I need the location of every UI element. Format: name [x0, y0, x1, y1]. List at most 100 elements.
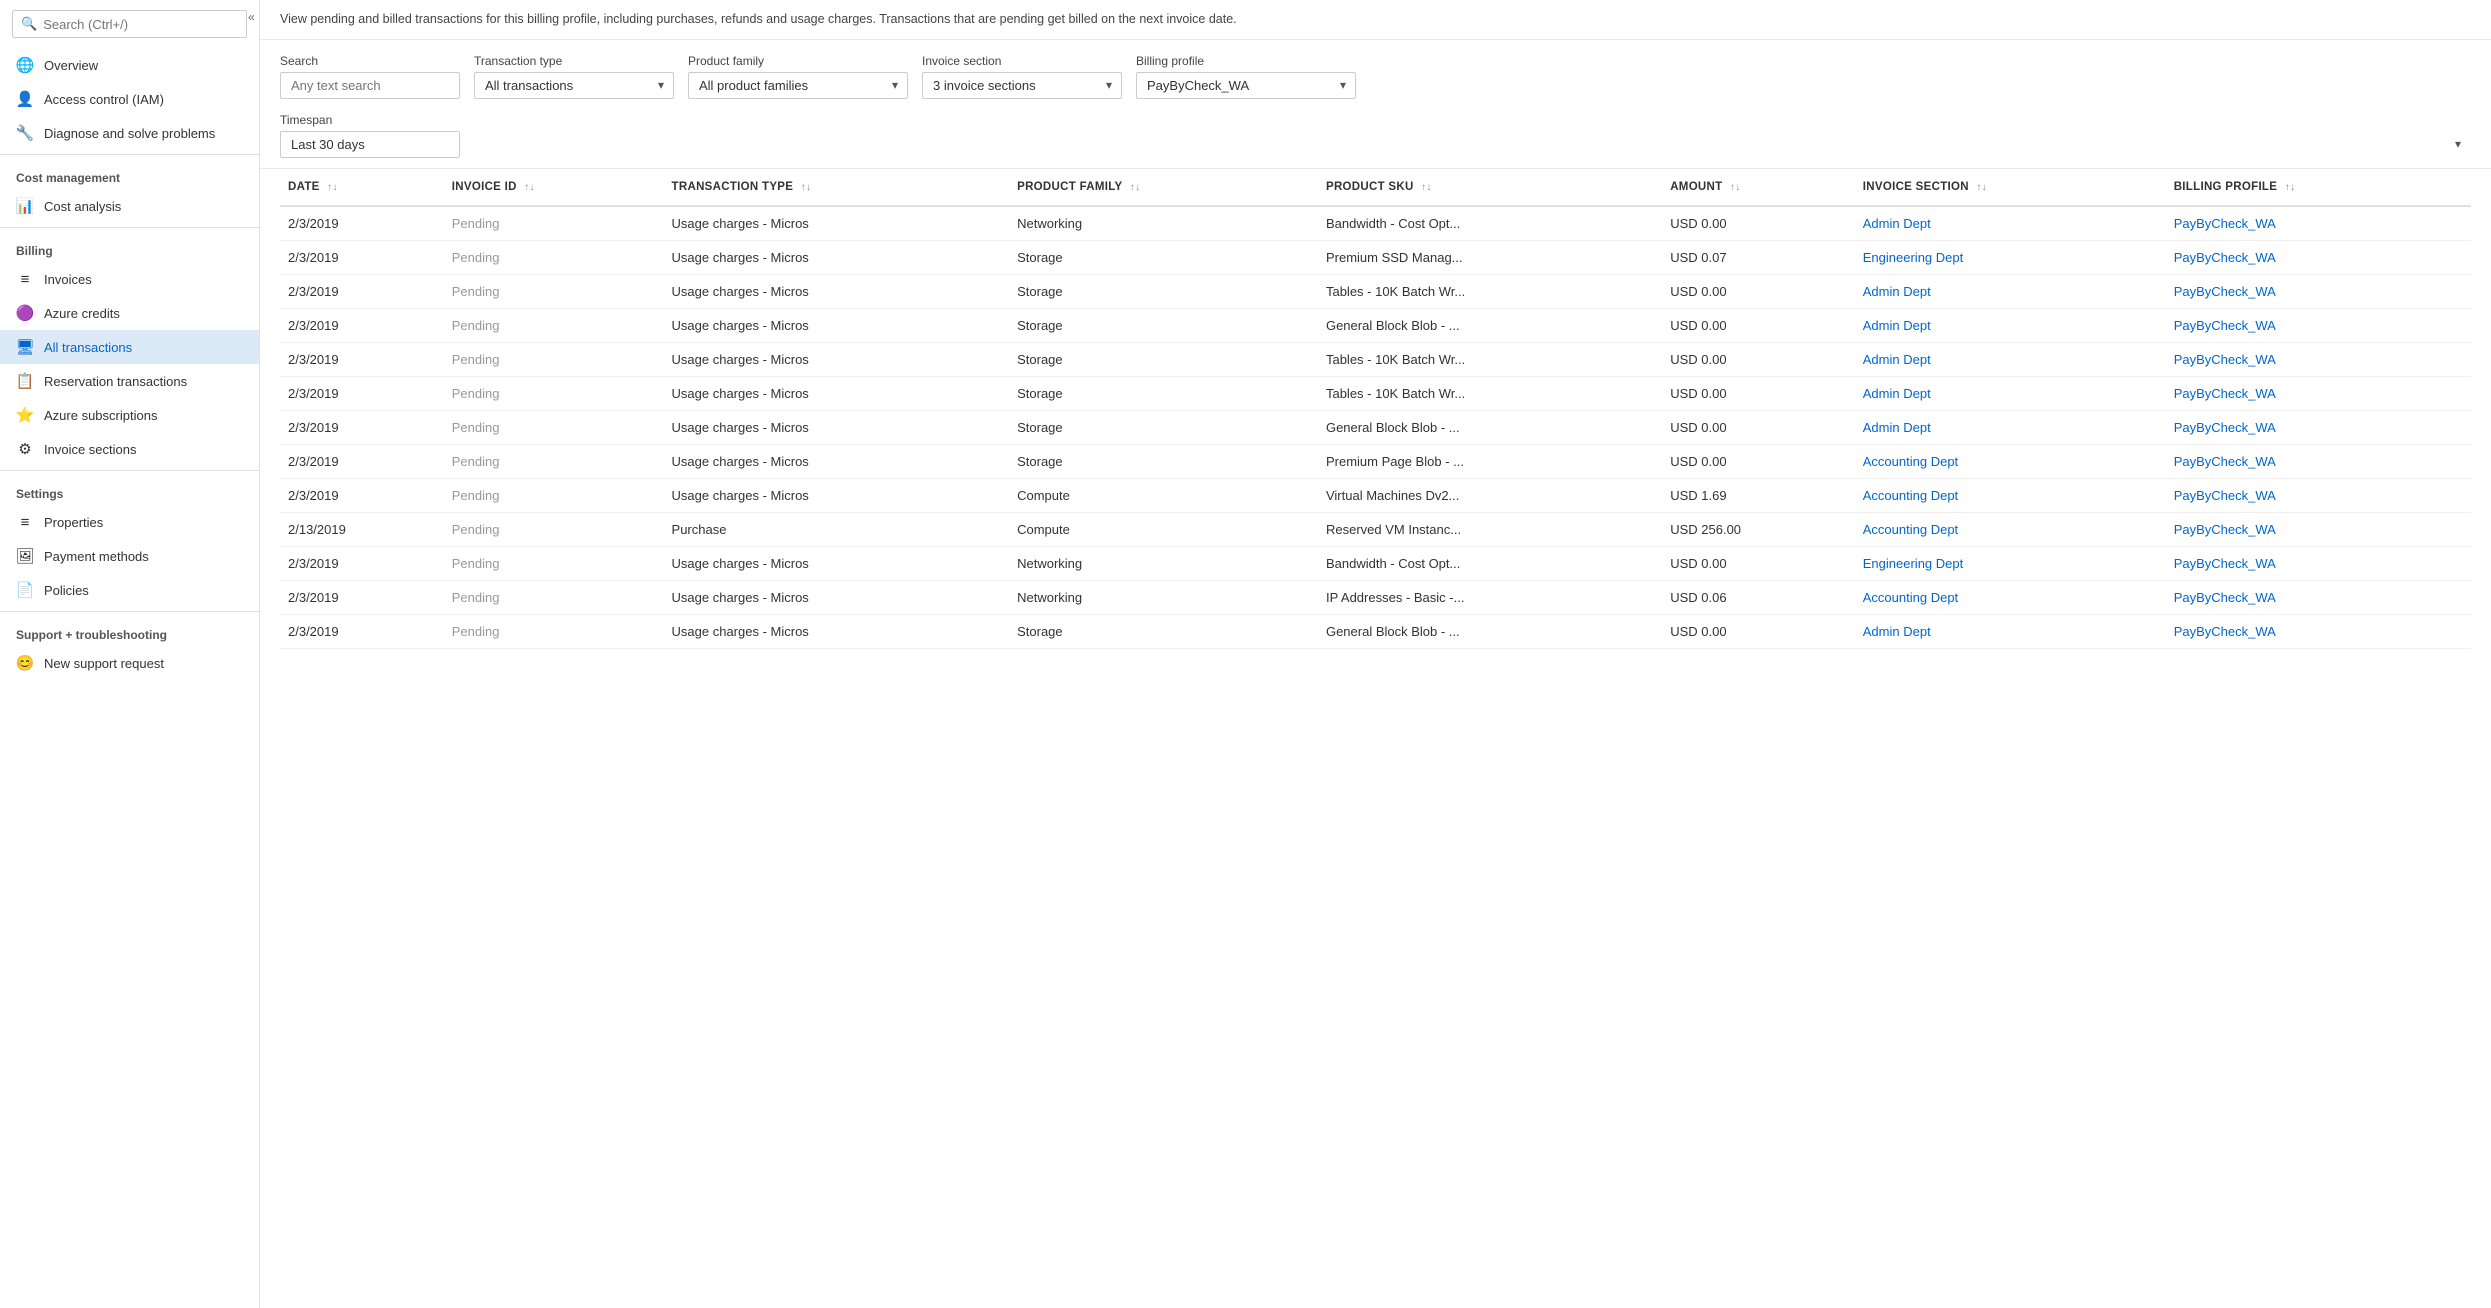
cell-billing-profile[interactable]: PayByCheck_WA [2166, 444, 2471, 478]
sidebar-item-payment-methods[interactable]: 🖼 Payment methods [0, 539, 259, 573]
table-row: 2/3/2019 Pending Usage charges - Micros … [280, 580, 2471, 614]
cell-billing-profile[interactable]: PayByCheck_WA [2166, 580, 2471, 614]
invoice-sections-icon: ⚙ [16, 440, 34, 458]
table-body: 2/3/2019 Pending Usage charges - Micros … [280, 206, 2471, 649]
cell-product-sku: General Block Blob - ... [1318, 614, 1662, 648]
search-input[interactable] [43, 17, 238, 32]
col-transaction-type[interactable]: TRANSACTION TYPE ↑↓ [664, 169, 1010, 206]
cell-invoice-id: Pending [444, 308, 664, 342]
sidebar-item-label: Reservation transactions [44, 374, 187, 389]
cell-invoice-id: Pending [444, 240, 664, 274]
cell-product-family: Storage [1009, 410, 1318, 444]
cell-invoice-section[interactable]: Admin Dept [1855, 376, 2166, 410]
table-header-row: DATE ↑↓ INVOICE ID ↑↓ TRANSACTION TYPE ↑… [280, 169, 2471, 206]
invoice-section-select[interactable]: 3 invoice sections Admin Dept Engineerin… [922, 72, 1122, 99]
cell-product-family: Networking [1009, 580, 1318, 614]
cell-date: 2/3/2019 [280, 546, 444, 580]
collapse-button[interactable]: « [248, 10, 255, 24]
cell-invoice-section[interactable]: Admin Dept [1855, 614, 2166, 648]
cell-invoice-section[interactable]: Accounting Dept [1855, 478, 2166, 512]
cell-invoice-section[interactable]: Accounting Dept [1855, 580, 2166, 614]
sidebar-item-label: Invoice sections [44, 442, 137, 457]
cell-product-family: Compute [1009, 512, 1318, 546]
cell-billing-profile[interactable]: PayByCheck_WA [2166, 410, 2471, 444]
cell-invoice-section[interactable]: Engineering Dept [1855, 546, 2166, 580]
cell-transaction-type: Usage charges - Micros [664, 342, 1010, 376]
diagnose-icon: 🔧 [16, 124, 34, 142]
cell-invoice-section[interactable]: Admin Dept [1855, 274, 2166, 308]
cell-billing-profile[interactable]: PayByCheck_WA [2166, 614, 2471, 648]
cell-billing-profile[interactable]: PayByCheck_WA [2166, 512, 2471, 546]
cell-invoice-section[interactable]: Admin Dept [1855, 308, 2166, 342]
cell-product-sku: Tables - 10K Batch Wr... [1318, 376, 1662, 410]
sidebar-item-azure-credits[interactable]: 🟣 Azure credits [0, 296, 259, 330]
cell-transaction-type: Usage charges - Micros [664, 614, 1010, 648]
cell-product-family: Storage [1009, 376, 1318, 410]
sidebar-item-azure-subscriptions[interactable]: ⭐ Azure subscriptions [0, 398, 259, 432]
table-row: 2/3/2019 Pending Usage charges - Micros … [280, 614, 2471, 648]
sidebar-item-reservation-transactions[interactable]: 📋 Reservation transactions [0, 364, 259, 398]
product-family-select[interactable]: All product families Compute Networking … [688, 72, 908, 99]
cell-transaction-type: Usage charges - Micros [664, 546, 1010, 580]
cell-date: 2/3/2019 [280, 342, 444, 376]
cell-invoice-id: Pending [444, 444, 664, 478]
sidebar-item-label: Azure credits [44, 306, 120, 321]
sidebar-item-cost-analysis[interactable]: 📊 Cost analysis [0, 189, 259, 223]
sidebar-item-invoice-sections[interactable]: ⚙ Invoice sections [0, 432, 259, 466]
timespan-filter-group: Timespan Last 30 days Last 60 days Last … [280, 113, 2471, 158]
cell-billing-profile[interactable]: PayByCheck_WA [2166, 274, 2471, 308]
cell-billing-profile[interactable]: PayByCheck_WA [2166, 308, 2471, 342]
sidebar-item-overview[interactable]: 🌐 Overview [0, 48, 259, 82]
product-family-filter-group: Product family All product families Comp… [688, 54, 908, 99]
sidebar-item-properties[interactable]: ≡ Properties [0, 505, 259, 539]
sidebar-item-label: Invoices [44, 272, 92, 287]
col-invoice-id[interactable]: INVOICE ID ↑↓ [444, 169, 664, 206]
table-row: 2/13/2019 Pending Purchase Compute Reser… [280, 512, 2471, 546]
divider-3 [0, 470, 259, 471]
billing-profile-select[interactable]: PayByCheck_WA [1136, 72, 1356, 99]
col-product-sku[interactable]: PRODUCT SKU ↑↓ [1318, 169, 1662, 206]
cell-invoice-section[interactable]: Admin Dept [1855, 410, 2166, 444]
cell-invoice-section[interactable]: Admin Dept [1855, 206, 2166, 241]
col-date[interactable]: DATE ↑↓ [280, 169, 444, 206]
col-invoice-section[interactable]: INVOICE SECTION ↑↓ [1855, 169, 2166, 206]
transaction-type-select[interactable]: All transactions Pending Billed Purchase… [474, 72, 674, 99]
col-amount[interactable]: AMOUNT ↑↓ [1662, 169, 1855, 206]
cell-billing-profile[interactable]: PayByCheck_WA [2166, 206, 2471, 241]
sidebar-item-invoices[interactable]: ≡ Invoices [0, 262, 259, 296]
sidebar-item-policies[interactable]: 📄 Policies [0, 573, 259, 607]
cell-billing-profile[interactable]: PayByCheck_WA [2166, 240, 2471, 274]
cell-billing-profile[interactable]: PayByCheck_WA [2166, 478, 2471, 512]
search-box[interactable]: 🔍 [12, 10, 247, 38]
divider-1 [0, 154, 259, 155]
cell-transaction-type: Usage charges - Micros [664, 274, 1010, 308]
cell-invoice-section[interactable]: Admin Dept [1855, 342, 2166, 376]
cell-product-sku: IP Addresses - Basic -... [1318, 580, 1662, 614]
cell-invoice-section[interactable]: Accounting Dept [1855, 512, 2166, 546]
cell-transaction-type: Usage charges - Micros [664, 308, 1010, 342]
cell-billing-profile[interactable]: PayByCheck_WA [2166, 546, 2471, 580]
cell-invoice-id: Pending [444, 376, 664, 410]
cell-product-family: Compute [1009, 478, 1318, 512]
timespan-select[interactable]: Last 30 days Last 60 days Last 90 days C… [280, 131, 460, 158]
cell-invoice-section[interactable]: Engineering Dept [1855, 240, 2166, 274]
search-icon: 🔍 [21, 16, 37, 32]
cell-transaction-type: Usage charges - Micros [664, 240, 1010, 274]
main-content: View pending and billed transactions for… [260, 0, 2491, 1308]
cell-billing-profile[interactable]: PayByCheck_WA [2166, 342, 2471, 376]
cell-billing-profile[interactable]: PayByCheck_WA [2166, 376, 2471, 410]
cell-amount: USD 256.00 [1662, 512, 1855, 546]
sidebar-item-label: Properties [44, 515, 103, 530]
divider-4 [0, 611, 259, 612]
sidebar-item-iam[interactable]: 👤 Access control (IAM) [0, 82, 259, 116]
sidebar-item-support[interactable]: 😊 New support request [0, 646, 259, 680]
col-product-family[interactable]: PRODUCT FAMILY ↑↓ [1009, 169, 1318, 206]
sidebar-item-diagnose[interactable]: 🔧 Diagnose and solve problems [0, 116, 259, 150]
search-filter-input[interactable] [280, 72, 460, 99]
transaction-type-filter-group: Transaction type All transactions Pendin… [474, 54, 674, 99]
table-row: 2/3/2019 Pending Usage charges - Micros … [280, 274, 2471, 308]
billing-profile-select-wrapper: PayByCheck_WA [1136, 72, 1356, 99]
cell-invoice-section[interactable]: Accounting Dept [1855, 444, 2166, 478]
col-billing-profile[interactable]: BILLING PROFILE ↑↓ [2166, 169, 2471, 206]
sidebar-item-all-transactions[interactable]: 🖥 All transactions [0, 330, 259, 364]
